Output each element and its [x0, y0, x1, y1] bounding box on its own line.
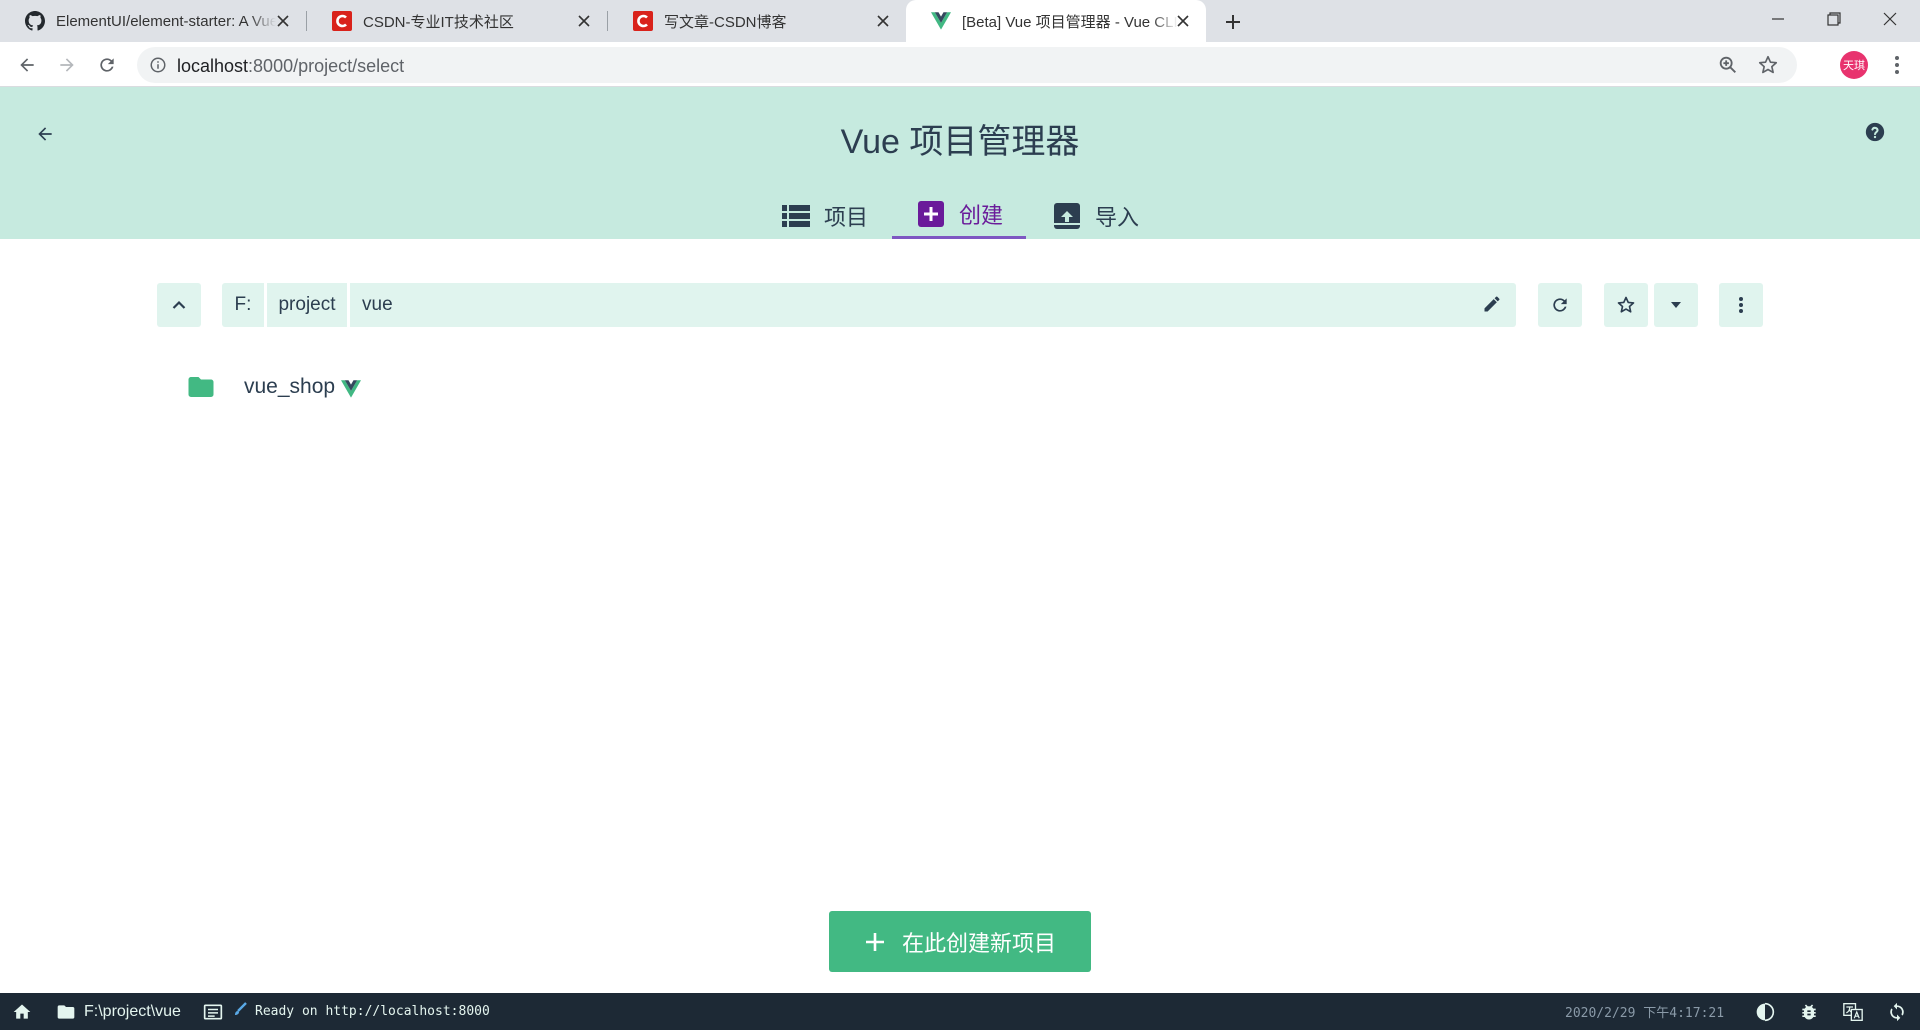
- tab-create[interactable]: 创建: [892, 192, 1026, 239]
- folder-item[interactable]: vue_shop: [186, 367, 362, 407]
- address-bar[interactable]: localhost:8000/project/select: [137, 47, 1797, 83]
- more-vert-icon: [1738, 296, 1744, 314]
- add-box-icon: [917, 200, 945, 228]
- report-bug-button[interactable]: [1799, 993, 1819, 1030]
- path-divider: [347, 283, 350, 327]
- new-tab-button[interactable]: [1220, 9, 1246, 35]
- parent-folder-button[interactable]: [157, 283, 201, 327]
- path-breadcrumb: F: project vue: [222, 283, 1516, 327]
- browser-tab-title: CSDN-专业IT技术社区: [363, 13, 514, 31]
- chevron-up-icon: [172, 300, 186, 310]
- info-icon[interactable]: [149, 56, 167, 74]
- status-bar: F:\project\vue Ready on http://localhost…: [0, 993, 1920, 1030]
- path-segment-label: vue: [362, 294, 393, 315]
- browser-tab-vue-ui[interactable]: [Beta] Vue 项目管理器 - Vue CLI: [906, 0, 1206, 42]
- list-icon: [782, 202, 810, 230]
- path-segment-label: F:: [234, 294, 252, 315]
- plus-icon: [864, 931, 886, 953]
- page-title: Vue 项目管理器: [840, 123, 1080, 161]
- home-button[interactable]: [12, 993, 32, 1030]
- browser-tab-title: [Beta] Vue 项目管理器 - Vue CLI: [962, 13, 1178, 31]
- dark-mode-button[interactable]: [1755, 993, 1775, 1030]
- csdn-icon: [331, 10, 353, 32]
- unarchive-icon: [1053, 202, 1081, 230]
- more-options-button[interactable]: [1719, 283, 1763, 327]
- url-text[interactable]: localhost:8000/project/select: [177, 56, 404, 77]
- reload-button[interactable]: [93, 51, 121, 79]
- log-button[interactable]: Ready on http://localhost:8000: [203, 993, 490, 1030]
- help-button[interactable]: [1864, 121, 1886, 143]
- restore-button[interactable]: [1806, 0, 1862, 38]
- close-window-button[interactable]: [1862, 0, 1918, 38]
- back-nav-button[interactable]: [13, 51, 41, 79]
- browser-toolbar: localhost:8000/project/select: [0, 42, 1920, 87]
- tab-projects[interactable]: 项目: [770, 192, 880, 239]
- app-header: Vue 项目管理器 项目 创建 导入: [0, 87, 1920, 239]
- close-icon[interactable]: [575, 12, 593, 30]
- browser-menu-icon[interactable]: [1885, 52, 1909, 78]
- vue-logo-icon: [341, 380, 362, 398]
- url-path: :8000/project/select: [248, 56, 405, 76]
- favorites-dropdown-button[interactable]: [1654, 283, 1698, 327]
- translate-icon: [1843, 1002, 1863, 1022]
- browser-tab-github[interactable]: ElementUI/element-starter: A Vue: [0, 0, 306, 42]
- browser-tab-strip: ElementUI/element-starter: A Vue CSDN-专业…: [0, 0, 1920, 42]
- refresh-button[interactable]: [1538, 283, 1582, 327]
- cwd-button[interactable]: F:\project\vue: [56, 993, 181, 1030]
- star-icon: [1616, 295, 1636, 315]
- log-message: Ready on http://localhost:8000: [255, 1004, 490, 1019]
- path-segment[interactable]: F:: [222, 283, 264, 327]
- cwd-path: F:\project\vue: [84, 1002, 181, 1020]
- path-segment-label: project: [278, 294, 336, 315]
- refresh-icon: [1550, 295, 1570, 315]
- browser-tab-csdn-write[interactable]: 写文章-CSDN博客: [608, 0, 906, 42]
- browser-tab-title: ElementUI/element-starter: A Vue: [56, 12, 276, 30]
- browser-tab-title: 写文章-CSDN博客: [664, 13, 787, 31]
- folder-icon: [56, 1002, 76, 1022]
- close-icon[interactable]: [274, 12, 292, 30]
- app-tabs: 项目 创建 导入: [0, 192, 1920, 239]
- github-icon: [24, 10, 46, 32]
- tab-label: 项目: [824, 204, 869, 230]
- brush-icon: [233, 1001, 247, 1022]
- browser-tab-csdn[interactable]: CSDN-专业IT技术社区: [307, 0, 607, 42]
- refresh-status-button[interactable]: [1887, 993, 1907, 1030]
- close-icon[interactable]: [874, 12, 892, 30]
- contrast-icon: [1755, 1002, 1775, 1022]
- translate-button[interactable]: [1843, 993, 1863, 1030]
- url-host: localhost: [177, 56, 249, 76]
- favorite-button[interactable]: [1604, 283, 1648, 327]
- folder-name: vue_shop: [244, 375, 336, 398]
- sync-icon: [1887, 1002, 1907, 1022]
- tab-import[interactable]: 导入: [1041, 192, 1151, 239]
- caret-down-icon: [1671, 302, 1681, 308]
- tab-label: 创建: [959, 203, 1004, 228]
- profile-avatar[interactable]: 天琪: [1840, 51, 1868, 79]
- forward-nav-button[interactable]: [53, 51, 81, 79]
- minimize-button[interactable]: [1750, 0, 1806, 38]
- tab-label: 导入: [1095, 204, 1140, 230]
- path-segment[interactable]: project: [267, 283, 347, 327]
- status-clock: 2020/2/29 下午4:17:21: [1565, 1006, 1725, 1021]
- csdn-icon: [632, 10, 654, 32]
- bookmark-star-icon[interactable]: [1757, 54, 1779, 76]
- create-button-label: 在此创建新项目: [901, 930, 1056, 956]
- close-icon[interactable]: [1174, 12, 1192, 30]
- folder-icon: [186, 372, 216, 402]
- console-icon: [203, 1002, 223, 1022]
- path-segment[interactable]: vue: [362, 283, 393, 327]
- home-icon: [12, 1002, 32, 1022]
- vue-icon: [930, 10, 952, 32]
- help-icon: [1864, 121, 1886, 143]
- bug-icon: [1799, 1002, 1819, 1022]
- create-project-here-button[interactable]: 在此创建新项目: [829, 911, 1091, 972]
- zoom-icon[interactable]: [1717, 54, 1739, 76]
- pencil-icon[interactable]: [1482, 294, 1504, 316]
